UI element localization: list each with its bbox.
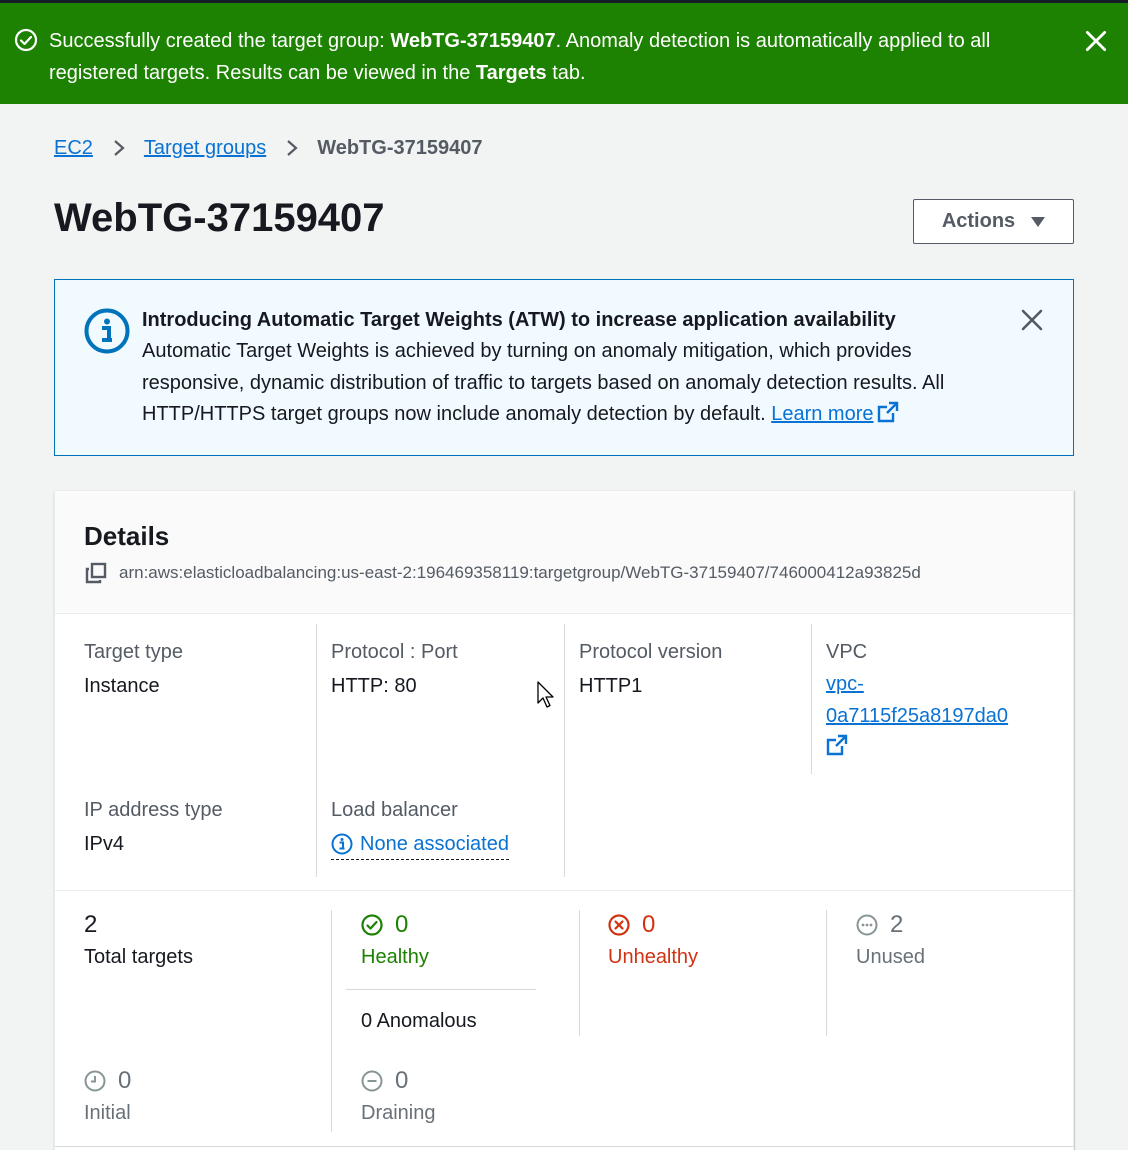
details-header: Details arn:aws:elasticloadbalancing:us-…: [55, 491, 1073, 614]
external-link-icon: [878, 401, 899, 423]
unused-count: 2: [890, 911, 904, 938]
protocol-port-label: Protocol : Port: [331, 641, 458, 663]
draining-stat: 0 Draining: [361, 1066, 435, 1126]
total-targets-label: Total targets: [84, 946, 193, 968]
healthy-count: 0: [395, 911, 409, 938]
arn-text: arn:aws:elasticloadbalancing:us-east-2:1…: [119, 563, 921, 582]
protocol-version-field: Protocol version HTTP1: [579, 639, 722, 699]
protocol-version-label: Protocol version: [579, 641, 723, 663]
learn-more-link[interactable]: Learn more: [771, 401, 899, 425]
flash-message: Successfully created the target group: W…: [49, 30, 991, 84]
initial-stat: 0 Initial: [84, 1066, 131, 1126]
load-balancer-field: Load balancer None associated: [331, 797, 509, 860]
target-type-value: Instance: [84, 675, 160, 697]
ip-address-type-field: IP address type IPv4: [84, 797, 223, 857]
breadcrumb-target-groups[interactable]: Target groups: [144, 137, 266, 160]
divider: [564, 624, 565, 877]
vpc-field: VPC vpc- 0a7115f25a8197da0: [826, 639, 1008, 764]
check-circle-icon: [14, 28, 38, 52]
divider: [316, 624, 317, 877]
divider: [826, 910, 827, 1036]
info-icon: [331, 833, 353, 855]
vpc-link[interactable]: vpc- 0a7115f25a8197da0: [826, 669, 1008, 764]
protocol-port-value: HTTP: 80: [331, 675, 417, 697]
mouse-cursor-icon: [537, 681, 554, 708]
external-link-icon: [826, 734, 848, 756]
load-balancer-label: Load balancer: [331, 799, 458, 821]
info-title: Introducing Automatic Target Weights (AT…: [142, 309, 896, 331]
chevron-right-icon: [287, 140, 298, 156]
copy-icon[interactable]: [85, 562, 107, 584]
draining-label: Draining: [361, 1102, 436, 1124]
ellipsis-circle-icon: [856, 914, 878, 936]
initial-label: Initial: [84, 1102, 131, 1124]
divider: [55, 890, 1073, 891]
draining-count: 0: [395, 1067, 409, 1094]
chevron-right-icon: [114, 140, 125, 156]
divider: [346, 989, 536, 990]
details-card: Details arn:aws:elasticloadbalancing:us-…: [54, 490, 1074, 1150]
details-heading: Details: [84, 521, 170, 551]
caret-down-icon: [1031, 216, 1046, 227]
close-icon[interactable]: [1083, 28, 1109, 54]
actions-button[interactable]: Actions: [913, 199, 1074, 244]
healthy-stat: 0 Healthy: [361, 910, 429, 970]
info-circle-icon: [84, 308, 130, 354]
protocol-version-value: HTTP1: [579, 675, 643, 697]
protocol-port-field: Protocol : Port HTTP: 80: [331, 639, 458, 699]
anomalous-stat: 0 Anomalous: [361, 1008, 477, 1034]
divider: [331, 910, 332, 1132]
breadcrumb-current: WebTG-37159407: [317, 136, 483, 159]
breadcrumb: EC2 Target groups WebTG-37159407: [54, 134, 482, 162]
unhealthy-label: Unhealthy: [608, 946, 699, 968]
check-circle-icon: [361, 914, 383, 936]
total-targets-count: 2: [84, 911, 98, 938]
healthy-label: Healthy: [361, 946, 429, 968]
ip-type-value: IPv4: [84, 833, 125, 855]
unused-label: Unused: [856, 946, 925, 968]
divider: [55, 1146, 1073, 1147]
clock-icon: [84, 1070, 106, 1092]
breadcrumb-ec2[interactable]: EC2: [54, 137, 93, 160]
target-type-label: Target type: [84, 641, 183, 663]
ip-type-label: IP address type: [84, 799, 223, 821]
page-title: WebTG-37159407: [54, 196, 385, 240]
unused-stat: 2 Unused: [856, 910, 925, 970]
target-type-field: Target type Instance: [84, 639, 183, 699]
anomalous-label: 0 Anomalous: [361, 1010, 477, 1032]
x-circle-icon: [608, 914, 630, 936]
initial-count: 0: [118, 1067, 132, 1094]
divider: [579, 910, 580, 1036]
actions-label: Actions: [941, 210, 1016, 232]
info-body: Automatic Target Weights is achieved by …: [142, 340, 945, 425]
success-flash: Successfully created the target group: W…: [0, 0, 1128, 104]
vpc-label: VPC: [826, 641, 868, 663]
none-associated-popover[interactable]: None associated: [331, 831, 509, 860]
close-icon[interactable]: [1020, 308, 1044, 332]
minus-circle-icon: [361, 1070, 383, 1092]
unhealthy-stat: 0 Unhealthy: [608, 910, 698, 970]
unhealthy-count: 0: [642, 911, 656, 938]
atw-info-alert: Introducing Automatic Target Weights (AT…: [54, 279, 1074, 456]
total-targets-stat: 2 Total targets: [84, 910, 193, 970]
divider: [811, 624, 812, 774]
